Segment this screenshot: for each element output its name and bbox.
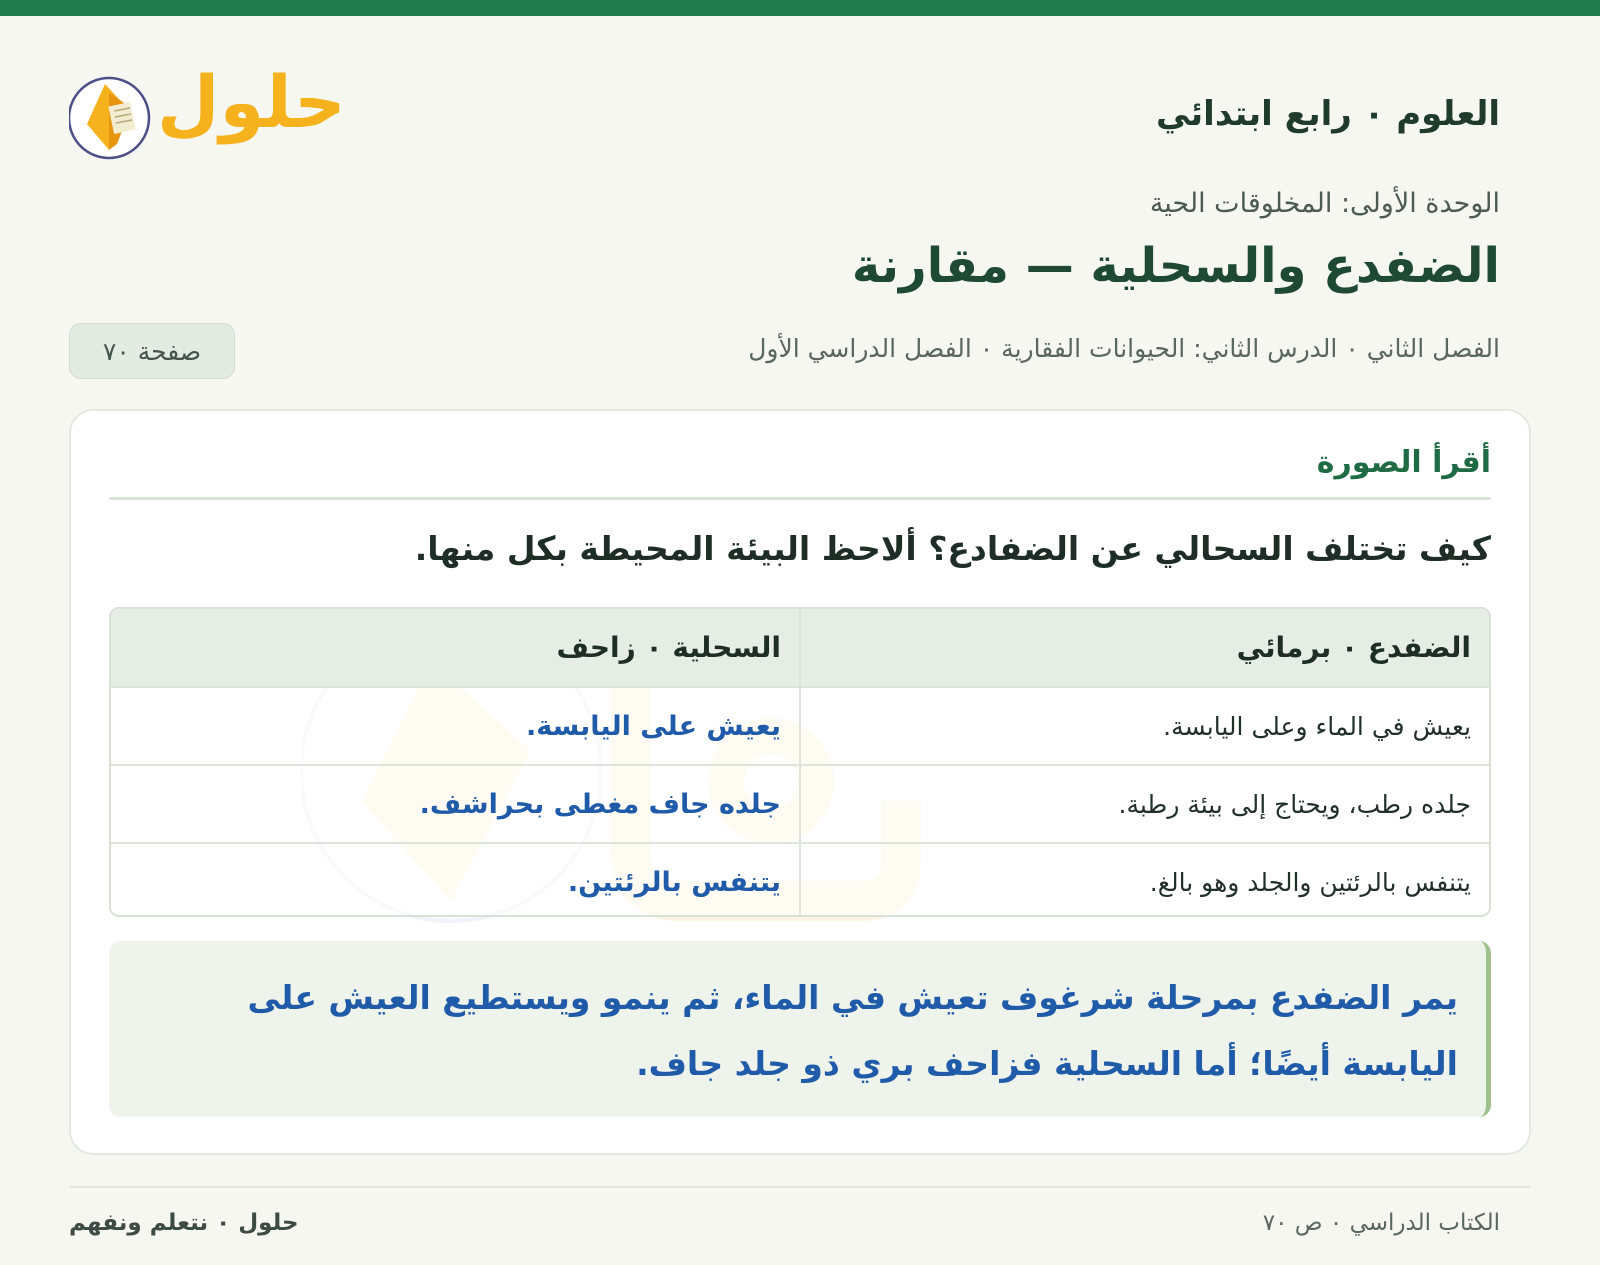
logo-text: حلول [157, 60, 346, 144]
lizard-answer-cell: يعيش على اليابسة. [111, 687, 801, 766]
lesson-meta: الفصل الثاني ٠ الدرس الثاني: الحيوانات ا… [748, 334, 1500, 363]
answer-note: يمر الضفدع بمرحلة شرغوف تعيش في الماء، ث… [109, 941, 1491, 1117]
table-row: جلده رطب، ويحتاج إلى بيئة رطبة. جلده جاف… [111, 765, 1489, 844]
page-title: الضفدع والسحلية — مقارنة [851, 238, 1500, 294]
lizard-answer-cell: يتنفس بالرئتين. [111, 843, 801, 915]
table-header-row: الضفدع ٠ برمائي السحلية ٠ زاحف [111, 609, 1489, 688]
hulul-logo[interactable]: حلول [67, 60, 345, 164]
column-header-lizard: السحلية ٠ زاحف [111, 609, 801, 688]
header: حلول العلوم ٠ رابع ابتدائي [67, 60, 1500, 174]
footer-page-ref: الكتاب الدراسي ٠ ص ٧٠ [1262, 1210, 1500, 1236]
column-header-frog: الضفدع ٠ برمائي [800, 609, 1489, 688]
subject-title: العلوم ٠ رابع ابتدائي [1156, 94, 1500, 134]
question-text: كيف تختلف السحالي عن الضفادع؟ ألاحظ البي… [414, 529, 1491, 568]
page-number-badge: صفحة ٧٠ [69, 323, 235, 379]
frog-cell: يعيش في الماء وعلى اليابسة. [800, 687, 1489, 766]
page: حلول العلوم ٠ رابع ابتدائي الوحدة الأولى… [0, 16, 1600, 1265]
top-accent-bar [0, 0, 1600, 16]
table-row: يعيش في الماء وعلى اليابسة. يعيش على الي… [111, 687, 1489, 766]
section-label: أقرأ الصورة [1316, 445, 1491, 480]
lesson-card: أقرأ الصورة كيف تختلف السحالي عن الضفادع… [69, 409, 1531, 1155]
lizard-answer-cell: جلده جاف مغطى بحراشف. [111, 765, 801, 844]
frog-cell: جلده رطب، ويحتاج إلى بيئة رطبة. [800, 765, 1489, 844]
footer-brand: حلول ٠ نتعلم ونفهم [69, 1210, 299, 1236]
section-divider [109, 497, 1491, 500]
frog-cell: يتنفس بالرئتين والجلد وهو بالغ. [800, 843, 1489, 915]
comparison-table: الضفدع ٠ برمائي السحلية ٠ زاحف يعيش في ا… [109, 607, 1491, 917]
unit-label: الوحدة الأولى: المخلوقات الحية [1149, 188, 1500, 219]
footer-divider [69, 1186, 1531, 1188]
table-row: يتنفس بالرئتين والجلد وهو بالغ. يتنفس با… [111, 843, 1489, 915]
